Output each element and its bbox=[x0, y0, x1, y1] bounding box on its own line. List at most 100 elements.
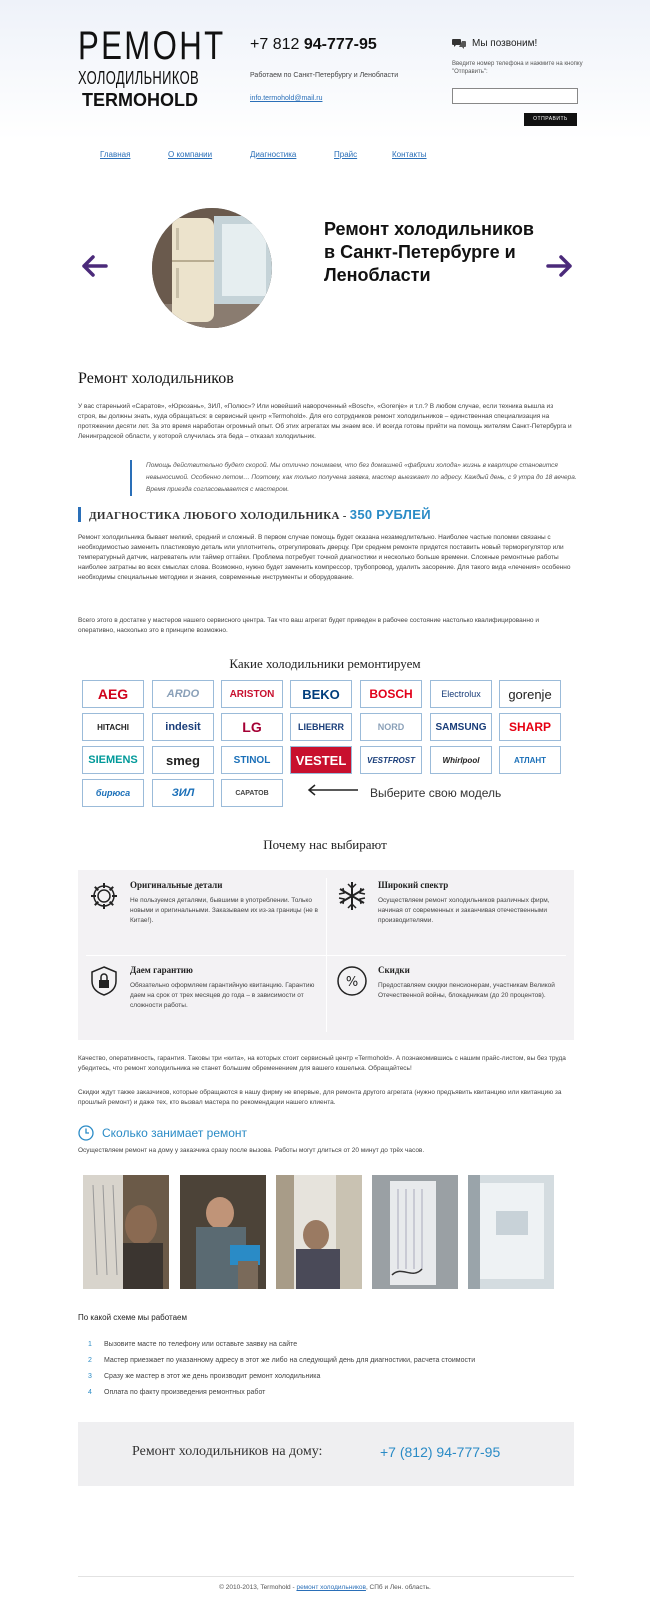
brand-samsung[interactable]: SAMSUNG bbox=[430, 713, 492, 741]
logo-line-3: TERMOHOLD bbox=[82, 90, 198, 110]
phone-prefix: +7 812 bbox=[250, 36, 300, 53]
fridge-image bbox=[152, 208, 272, 328]
nav-item-diagnostics[interactable]: Диагностика bbox=[250, 150, 296, 159]
why-item-title: Широкий спектр bbox=[378, 880, 449, 890]
diagnostics-heading: ДИАГНОСТИКА ЛЮБОГО ХОЛОДИЛЬНИКА - 350 РУ… bbox=[78, 507, 431, 522]
brand-hitachi[interactable]: HITACHI bbox=[82, 713, 144, 741]
brands-heading: Какие холодильники ремонтируем bbox=[229, 656, 421, 671]
works-region-text: Работаем по Санкт-Петербургу и Ленобласт… bbox=[250, 72, 399, 79]
step-text: Мастер приезжает по указанному адресу в … bbox=[104, 1356, 476, 1364]
step-text: Сразу же мастер в этот же день производи… bbox=[104, 1372, 321, 1380]
brand-electrolux[interactable]: Electrolux bbox=[430, 680, 492, 708]
brand-aeg[interactable]: AEG bbox=[82, 680, 144, 708]
slider-prev-arrow-icon[interactable] bbox=[80, 252, 108, 280]
email-link[interactable]: info.termohold@mail.ru bbox=[250, 95, 322, 102]
why-item-original-parts: Оригинальные детали Не пользуемся деталя… bbox=[78, 870, 326, 955]
snowflake-icon bbox=[338, 882, 366, 910]
diagnostics-heading-text: ДИАГНОСТИКА ЛЮБОГО ХОЛОДИЛЬНИКА - bbox=[89, 510, 347, 522]
footer-region: , СПб и Лен. область. bbox=[365, 1584, 431, 1591]
brand-bosch[interactable]: BOSCH bbox=[360, 680, 422, 708]
brand-siemens[interactable]: SIEMENS bbox=[82, 746, 144, 774]
footer-repair-link[interactable]: ремонт холодильников bbox=[296, 1584, 365, 1591]
repair-photo-2 bbox=[180, 1175, 266, 1289]
slider-next-arrow-icon[interactable] bbox=[546, 252, 574, 280]
brand-zil[interactable]: ЗИЛ bbox=[152, 779, 214, 807]
how-long-text: Осуществляем ремонт на дому у заказчика … bbox=[78, 1147, 425, 1154]
brand-whirlpool[interactable]: Whirlpool bbox=[430, 746, 492, 774]
step-number: 1 bbox=[88, 1340, 92, 1348]
brand-ardo[interactable]: ARDO bbox=[152, 680, 214, 708]
brand-ariston[interactable]: ARISTON bbox=[221, 680, 283, 708]
send-button[interactable]: ОТПРАВИТЬ bbox=[524, 113, 577, 126]
intro-paragraph: У вас старенький «Саратов», «Юрюзань», З… bbox=[78, 403, 572, 440]
footer-divider bbox=[78, 1576, 574, 1577]
cta-phone-link[interactable]: +7 (812) 94-777-95 bbox=[380, 1444, 500, 1460]
footer: © 2010-2013, Termohold - ремонт холодиль… bbox=[0, 1584, 650, 1591]
brand-saratov[interactable]: САРАТОВ bbox=[221, 779, 283, 807]
brand-atlant[interactable]: АТЛАНТ bbox=[499, 746, 561, 774]
scheme-step: 2 Мастер приезжает по указанному адресу … bbox=[88, 1352, 475, 1368]
scheme-steps-list: 1 Вызовите масте по телефону или оставьт… bbox=[88, 1336, 475, 1400]
callback-title-text: Мы позвоним! bbox=[472, 38, 538, 49]
brand-nord[interactable]: NORD bbox=[360, 713, 422, 741]
callback-phone-input[interactable] bbox=[452, 88, 578, 104]
why-item-title: Оригинальные детали bbox=[130, 880, 223, 890]
why-heading: Почему нас выбирают bbox=[263, 837, 387, 852]
callback-title: Мы позвоним! bbox=[452, 38, 537, 49]
brand-sharp[interactable]: SHARP bbox=[499, 713, 561, 741]
header-phone: +7 812 94-777-95 bbox=[250, 36, 377, 54]
scheme-heading: По какой схеме мы работаем bbox=[78, 1313, 188, 1322]
svg-text:%: % bbox=[346, 975, 358, 990]
step-number: 4 bbox=[88, 1388, 92, 1396]
after-why-paragraph-1: Качество, оперативность, гарантия. Таков… bbox=[78, 1055, 566, 1072]
nav-item-contacts[interactable]: Контакты bbox=[392, 150, 427, 159]
scheme-step: 4 Оплата по факту произведения ремонтных… bbox=[88, 1384, 475, 1400]
after-why-paragraph-2: Скидки ждут также заказчиков, которые об… bbox=[78, 1089, 562, 1106]
diagnostics-price: 350 РУБЛЕЙ bbox=[349, 507, 431, 522]
step-number: 2 bbox=[88, 1356, 92, 1364]
slide-image-fridge bbox=[152, 208, 272, 328]
scheme-step: 3 Сразу же мастер в этот же день произво… bbox=[88, 1368, 475, 1384]
why-item-wide-range: Широкий спектр Осуществляем ремонт холод… bbox=[326, 870, 574, 955]
cta-box: Ремонт холодильников на дому: +7 (812) 9… bbox=[78, 1422, 574, 1486]
lock-icon bbox=[91, 966, 117, 996]
arrow-left-icon bbox=[307, 784, 358, 796]
logo-line-1: РЕМОНТ bbox=[78, 24, 226, 68]
gear-icon bbox=[91, 883, 117, 909]
brand-beko[interactable]: BEKO bbox=[290, 680, 352, 708]
why-item-title: Даем гарантию bbox=[130, 965, 193, 975]
brand-vestel[interactable]: VESTEL bbox=[290, 746, 352, 774]
intro-quote: Помощь действительно будет скорой. Мы от… bbox=[130, 460, 580, 496]
brand-vestfrost[interactable]: VESTFROST bbox=[360, 746, 422, 774]
why-box: Оригинальные детали Не пользуемся деталя… bbox=[78, 870, 574, 1040]
chat-icon bbox=[452, 39, 466, 49]
nav-item-price[interactable]: Прайс bbox=[334, 150, 357, 159]
how-long-heading: Сколько занимает ремонт bbox=[78, 1125, 247, 1141]
phone-number: 94-777-95 bbox=[303, 36, 377, 53]
callback-hint: Введите номер телефона и нажмите на кноп… bbox=[452, 61, 583, 75]
brand-stinol[interactable]: STINOL bbox=[221, 746, 283, 774]
diagnostics-paragraph-1: Ремонт холодильника бывает мелкий, средн… bbox=[78, 534, 571, 581]
brand-lg[interactable]: LG bbox=[221, 713, 283, 741]
how-long-heading-text: Сколько занимает ремонт bbox=[102, 1126, 248, 1140]
logo-line-2: ХОЛОДИЛЬНИКОВ bbox=[78, 68, 200, 88]
brand-gorenje[interactable]: gorenje bbox=[499, 680, 561, 708]
repair-photo-3 bbox=[276, 1175, 362, 1289]
slide-title: Ремонт холодильников в Санкт-Петербурге … bbox=[324, 219, 534, 285]
brand-smeg[interactable]: smeg bbox=[152, 746, 214, 774]
why-item-desc: Осуществляем ремонт холодильников различ… bbox=[378, 897, 550, 924]
why-item-guarantee: Даем гарантию Обязательно оформляем гара… bbox=[78, 955, 326, 1040]
nav-item-about[interactable]: О компании bbox=[168, 150, 212, 159]
brand-liebherr[interactable]: LIEBHERR bbox=[290, 713, 352, 741]
why-item-desc: Обязательно оформляем гарантийную квитан… bbox=[130, 982, 315, 1009]
footer-copyright: © 2010-2013, Termohold - bbox=[219, 1584, 295, 1591]
repair-photo-1 bbox=[83, 1175, 169, 1289]
choose-model-text: Выберите свою модель bbox=[370, 786, 502, 800]
why-item-discounts: % Скидки Предоставляем скидки пенсионера… bbox=[326, 955, 574, 1040]
nav-item-home[interactable]: Главная bbox=[100, 150, 130, 159]
step-text: Оплата по факту произведения ремонтных р… bbox=[104, 1388, 266, 1396]
brand-biryusa[interactable]: бирюса bbox=[82, 779, 144, 807]
brand-indesit[interactable]: indesit bbox=[152, 713, 214, 741]
step-text: Вызовите масте по телефону или оставьте … bbox=[104, 1340, 298, 1348]
step-number: 3 bbox=[88, 1372, 92, 1380]
